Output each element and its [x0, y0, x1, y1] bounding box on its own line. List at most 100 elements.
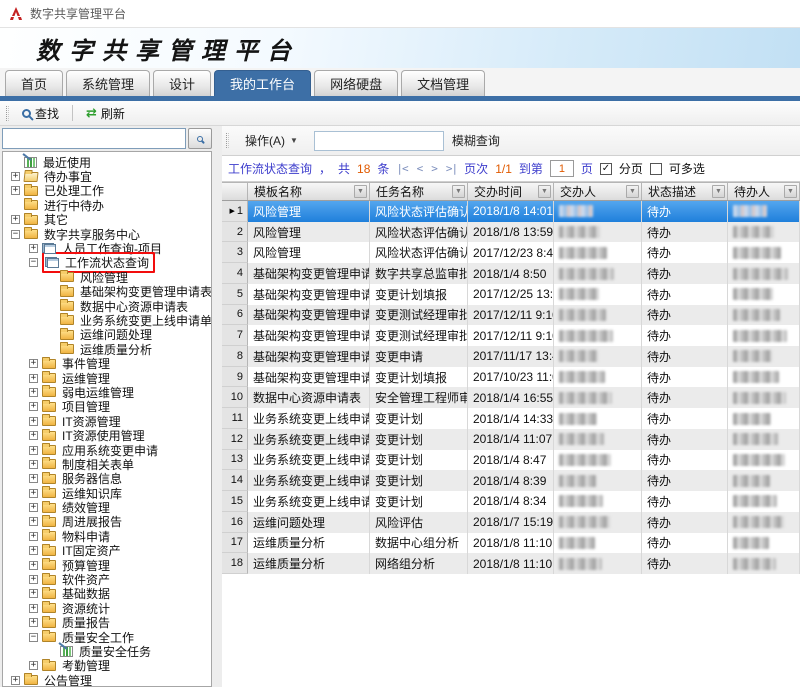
- time-cell: 2018/1/4 14:33: [468, 408, 554, 429]
- table-row[interactable]: 9基础架构变更管理申请表变更计划填报2017/10/23 11:06待办: [222, 367, 800, 388]
- tree-item[interactable]: +待办事宜: [3, 169, 211, 183]
- table-row[interactable]: 2风险管理风险状态评估确认2018/1/8 13:59待办: [222, 222, 800, 243]
- column-filter-dropdown-icon[interactable]: ▼: [452, 185, 465, 198]
- collapse-icon[interactable]: −: [29, 633, 38, 642]
- table-row[interactable]: 7基础架构变更管理申请表变更测试经理审批2017/12/11 9:10待办: [222, 325, 800, 346]
- expand-icon[interactable]: +: [11, 676, 20, 685]
- expand-icon[interactable]: +: [29, 661, 38, 670]
- expand-icon[interactable]: +: [29, 575, 38, 584]
- collapse-icon[interactable]: −: [29, 258, 38, 267]
- tree-item[interactable]: +已处理工作: [3, 184, 211, 198]
- table-row[interactable]: 17运维质量分析数据中心组分析2018/1/8 11:10待办: [222, 533, 800, 554]
- tree-item[interactable]: 最近使用: [3, 155, 211, 169]
- table-row[interactable]: 5基础架构变更管理申请表变更计划填报2017/12/25 13:24待办: [222, 284, 800, 305]
- first-page-button[interactable]: |<: [396, 162, 407, 175]
- assignee-cell: [728, 387, 800, 408]
- redacted-name: [559, 226, 600, 238]
- operations-menu-button[interactable]: 操作(A) ▼: [237, 129, 306, 152]
- expand-icon[interactable]: +: [29, 374, 38, 383]
- expand-icon[interactable]: +: [29, 546, 38, 555]
- column-header[interactable]: 交办时间▼: [468, 183, 554, 200]
- expand-icon[interactable]: +: [29, 517, 38, 526]
- table-row[interactable]: 10数据中心资源申请表安全管理工程师审批2018/1/4 16:55待办: [222, 387, 800, 408]
- column-filter-dropdown-icon[interactable]: ▼: [354, 185, 367, 198]
- tab-3[interactable]: 我的工作台: [214, 70, 311, 96]
- collapse-icon[interactable]: −: [11, 230, 20, 239]
- tab-4[interactable]: 网络硬盘: [314, 70, 398, 96]
- table-row[interactable]: 18运维质量分析网络组分析2018/1/8 11:10待办: [222, 553, 800, 574]
- table-row[interactable]: 3风险管理风险状态评估确认2017/12/23 8:44待办: [222, 242, 800, 263]
- table-row[interactable]: 15业务系统变更上线申请单变更计划2018/1/4 8:34待办: [222, 491, 800, 512]
- table-row[interactable]: 11业务系统变更上线申请单变更计划2018/1/4 14:33待办: [222, 408, 800, 429]
- tab-0[interactable]: 首页: [5, 70, 63, 96]
- expand-icon[interactable]: +: [29, 460, 38, 469]
- expand-icon[interactable]: +: [29, 532, 38, 541]
- row-number: 12: [231, 433, 243, 445]
- template-cell: 风险管理: [248, 242, 370, 263]
- expand-icon[interactable]: +: [29, 604, 38, 613]
- expand-icon[interactable]: +: [29, 503, 38, 512]
- refresh-button[interactable]: ⇄ 刷新: [79, 102, 132, 125]
- table-row[interactable]: 6基础架构变更管理申请表变更测试经理审批2017/12/11 9:10待办: [222, 305, 800, 326]
- tab-1[interactable]: 系统管理: [66, 70, 150, 96]
- column-filter-dropdown-icon[interactable]: ▼: [784, 185, 797, 198]
- expand-icon[interactable]: +: [29, 359, 38, 368]
- fuzzy-query-button[interactable]: 模糊查询: [452, 132, 500, 149]
- goto-page-input[interactable]: [550, 160, 574, 177]
- column-filter-dropdown-icon[interactable]: ▼: [538, 185, 551, 198]
- row-number: 5: [237, 288, 243, 300]
- template-cell: 基础架构变更管理申请表: [248, 346, 370, 367]
- expand-icon[interactable]: +: [29, 446, 38, 455]
- expand-icon[interactable]: +: [29, 618, 38, 627]
- tree-item[interactable]: +考勤管理: [3, 659, 211, 673]
- column-header[interactable]: 交办人▼: [554, 183, 642, 200]
- table-row[interactable]: 8基础架构变更管理申请表变更申请2017/11/17 13:47待办: [222, 346, 800, 367]
- expand-icon[interactable]: +: [29, 402, 38, 411]
- table-row[interactable]: 14业务系统变更上线申请单变更计划2018/1/4 8:39待办: [222, 470, 800, 491]
- prev-page-button[interactable]: <: [417, 162, 423, 175]
- expand-icon[interactable]: +: [29, 474, 38, 483]
- tree-search-input[interactable]: [2, 128, 186, 149]
- expand-icon[interactable]: +: [29, 417, 38, 426]
- expand-icon[interactable]: +: [29, 244, 38, 253]
- expand-icon[interactable]: +: [11, 172, 20, 181]
- tree-item[interactable]: +公告管理: [3, 673, 211, 687]
- template-cell: 业务系统变更上线申请单: [248, 470, 370, 491]
- tree-item[interactable]: 进行中待办: [3, 198, 211, 212]
- redacted-name: [559, 205, 593, 217]
- table-row[interactable]: 12业务系统变更上线申请单变更计划2018/1/4 11:07待办: [222, 429, 800, 450]
- workflow-table: 模板名称▼任务名称▼交办时间▼交办人▼状态描述▼待办人▼ ▶1风险管理风险状态评…: [222, 182, 800, 687]
- last-page-button[interactable]: >|: [446, 162, 457, 175]
- find-button[interactable]: 查找: [15, 102, 66, 125]
- expand-icon[interactable]: +: [29, 388, 38, 397]
- paging-checkbox[interactable]: ✓: [600, 163, 612, 175]
- expand-icon[interactable]: +: [29, 589, 38, 598]
- table-row[interactable]: 4基础架构变更管理申请表数字共享总监审批2018/1/4 8:50待办: [222, 263, 800, 284]
- column-header-label: 状态描述: [648, 183, 696, 200]
- tab-5[interactable]: 文档管理: [401, 70, 485, 96]
- column-header[interactable]: 模板名称▼: [248, 183, 370, 200]
- expand-icon[interactable]: +: [29, 431, 38, 440]
- expand-icon[interactable]: +: [29, 561, 38, 570]
- table-row[interactable]: 16运维问题处理风险评估2018/1/7 15:19待办: [222, 512, 800, 533]
- expand-icon[interactable]: +: [29, 489, 38, 498]
- tab-2[interactable]: 设计: [153, 70, 211, 96]
- folder-icon: [24, 215, 38, 225]
- column-header[interactable]: 任务名称▼: [370, 183, 468, 200]
- template-cell: 运维质量分析: [248, 553, 370, 574]
- expand-icon[interactable]: +: [11, 215, 20, 224]
- table-row[interactable]: 13业务系统变更上线申请单变更计划2018/1/4 8:47待办: [222, 450, 800, 471]
- multiselect-checkbox[interactable]: [650, 163, 662, 175]
- query-title-link[interactable]: 工作流状态查询: [228, 160, 312, 177]
- tree-search-button[interactable]: [188, 128, 212, 149]
- column-header[interactable]: 待办人▼: [728, 183, 800, 200]
- fuzzy-query-input[interactable]: [314, 131, 444, 151]
- panel-splitter[interactable]: [214, 126, 222, 687]
- column-filter-dropdown-icon[interactable]: ▼: [712, 185, 725, 198]
- assigner-cell: [554, 533, 642, 554]
- expand-icon[interactable]: +: [11, 186, 20, 195]
- next-page-button[interactable]: >: [431, 162, 437, 175]
- column-header[interactable]: 状态描述 ▼: [642, 183, 728, 200]
- column-filter-dropdown-icon[interactable]: ▼: [626, 185, 639, 198]
- table-row[interactable]: ▶1风险管理风险状态评估确认2018/1/8 14:01待办: [222, 201, 800, 222]
